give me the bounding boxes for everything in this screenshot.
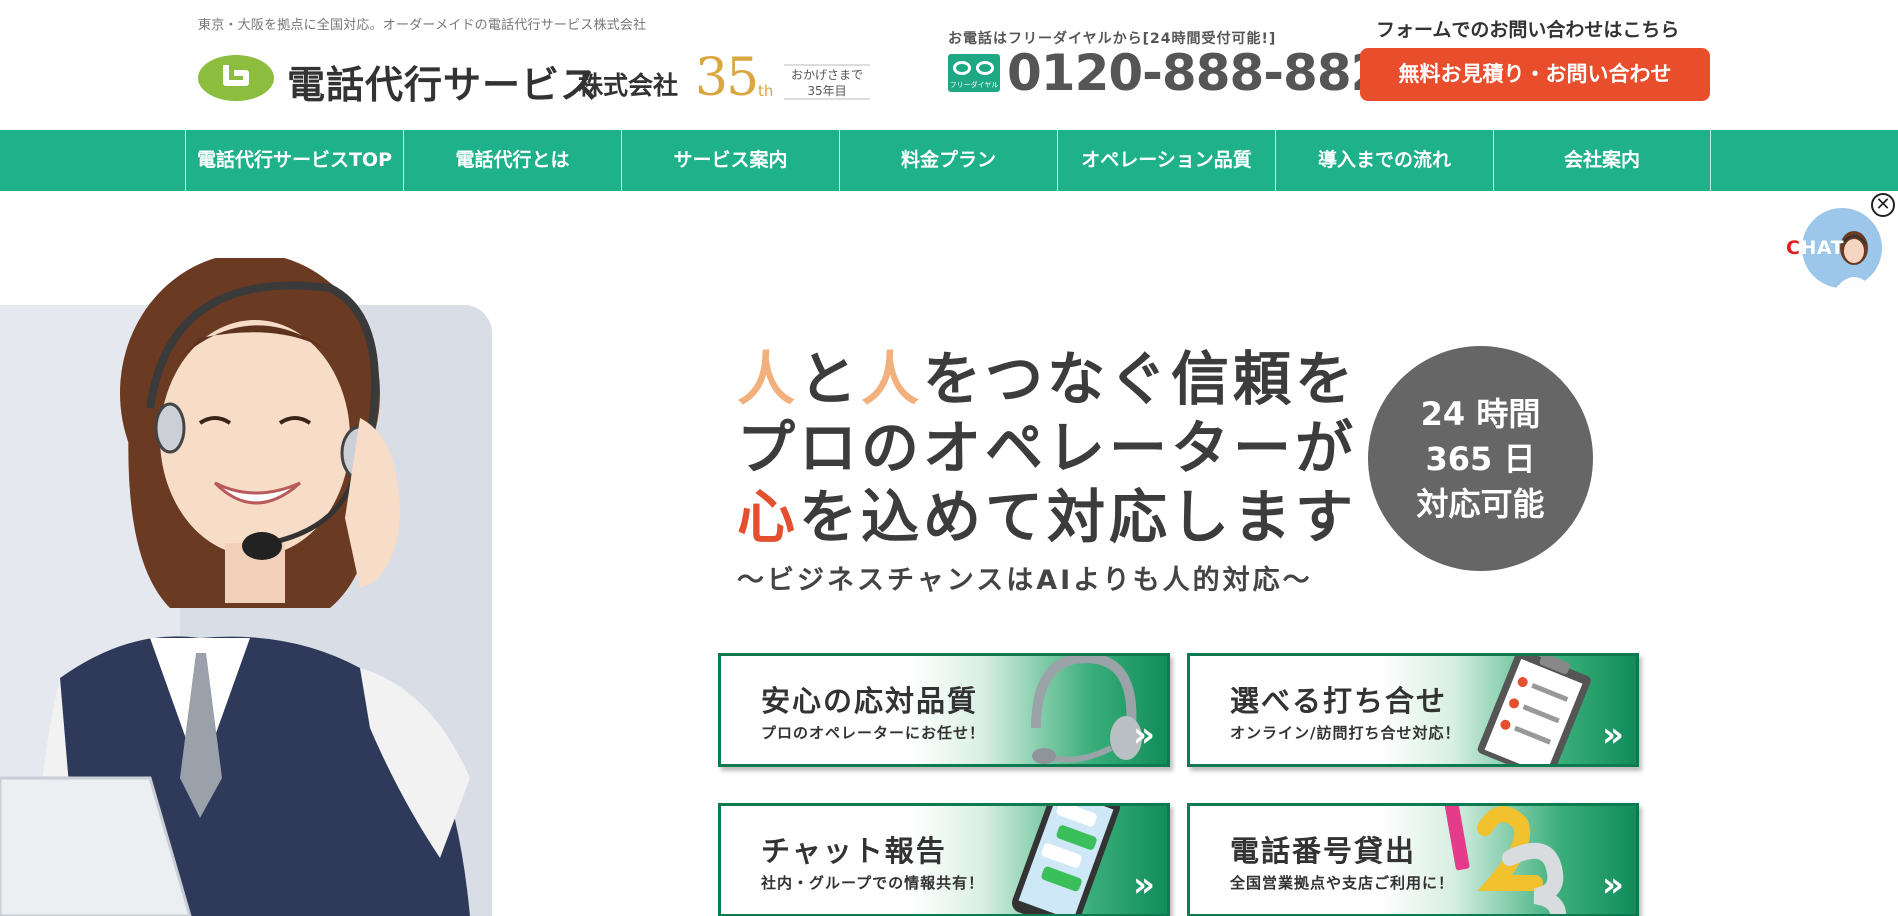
freedial-label: フリーダイヤル (949, 81, 999, 89)
nav-item-top[interactable]: 電話代行サービスTOP (185, 130, 403, 191)
anniversary-suffix: th (758, 82, 774, 100)
chevron-right-icon: » (1602, 715, 1624, 755)
chat-close-icon[interactable]: ✕ (1871, 193, 1895, 217)
availability-badge: 24 時間 365 日 対応可能 (1368, 346, 1593, 571)
company-suffix: 株式会社 (578, 71, 679, 100)
headset-icon (1031, 656, 1142, 764)
card-title: 電話番号貸出 (1230, 834, 1417, 868)
feature-card-quality[interactable]: 安心の応対品質 プロのオペレーターにお任せ！ » (718, 653, 1170, 767)
card-subtitle: プロのオペレーターにお任せ！ (761, 724, 986, 742)
card-title: チャット報告 (761, 834, 947, 868)
hero-accent-heart: 心 (737, 483, 800, 551)
nav-item-quality[interactable]: オペレーション品質 (1057, 130, 1275, 191)
nav-item-pricing[interactable]: 料金プラン (839, 130, 1057, 191)
freedial-ring-right (976, 61, 994, 75)
card-subtitle: 社内・グループでの情報共有！ (761, 874, 985, 892)
badge-line1: 24 時間 (1420, 395, 1541, 433)
phone-number-link[interactable]: 0120-888-882 (1007, 44, 1385, 102)
badge-line2: 365 日 (1425, 440, 1536, 478)
card-title: 選べる打ち合せ (1230, 684, 1448, 718)
nav-item-company[interactable]: 会社案内 (1493, 130, 1711, 191)
site-header: 東京・大阪を拠点に全国対応。オーダーメイドの電話代行サービス株式会社 電話代行サ… (0, 0, 1898, 130)
card-title: 安心の応対品質 (761, 684, 979, 718)
freedial-ring-left (953, 61, 971, 75)
operator-photo (0, 258, 470, 916)
main-nav: 電話代行サービスTOP 電話代行とは サービス案内 料金プラン オペレーション品… (0, 130, 1898, 191)
anniversary-note-line1: おかげさまで (790, 68, 863, 82)
card-subtitle: 全国営業拠点や支店ご利用に！ (1230, 874, 1455, 892)
feature-card-number-rental[interactable]: 電話番号貸出 全国営業拠点や支店ご利用に！ » (1187, 803, 1639, 916)
hero-subcopy: 〜ビジネスチャンスはAIよりも人的対応〜 (737, 565, 1313, 596)
company-logo-icon[interactable] (198, 55, 274, 101)
chat-label-rest: HAT (1800, 237, 1845, 259)
hero-line3-rest: を込めて対応します (799, 483, 1358, 551)
clipboard-icon (1477, 656, 1591, 764)
freedial-icon: フリーダイヤル (948, 54, 1000, 92)
header-tagline: 東京・大阪を拠点に全国対応。オーダーメイドの電話代行サービス株式会社 (198, 18, 647, 33)
chat-label-first: C (1786, 237, 1801, 259)
card-subtitle: オンライン/訪問打ち合せ対応！ (1230, 724, 1461, 742)
nav-item-flow[interactable]: 導入までの流れ (1275, 130, 1493, 191)
hero-headline-line3: 心を込めて対応します (737, 470, 1357, 554)
anniversary-note-line2: 35年目 (807, 84, 847, 98)
smartphone-icon (1011, 806, 1121, 914)
feature-card-meeting[interactable]: 選べる打ち合せ オンライン/訪問打ち合せ対応！ » (1187, 653, 1639, 767)
anniversary-note: おかげさまで 35年目 (784, 64, 870, 100)
chat-label[interactable]: CHAT (1786, 237, 1844, 259)
chevron-right-icon: » (1133, 865, 1155, 905)
numbers-icon (1444, 806, 1567, 914)
company-name[interactable]: 電話代行サービス (287, 54, 599, 109)
chevron-right-icon: » (1602, 865, 1624, 905)
feature-card-chat-report[interactable]: チャット報告 社内・グループでの情報共有！ » (718, 803, 1170, 916)
chevron-right-icon: » (1133, 715, 1155, 755)
badge-line3: 対応可能 (1416, 485, 1545, 523)
form-caption: フォームでのお問い合わせはこちら (1376, 19, 1680, 41)
anniversary-number: 35 (695, 48, 759, 108)
contact-button[interactable]: 無料お見積り・お問い合わせ (1360, 48, 1710, 101)
nav-item-about[interactable]: 電話代行とは (403, 130, 621, 191)
nav-item-services[interactable]: サービス案内 (621, 130, 839, 191)
